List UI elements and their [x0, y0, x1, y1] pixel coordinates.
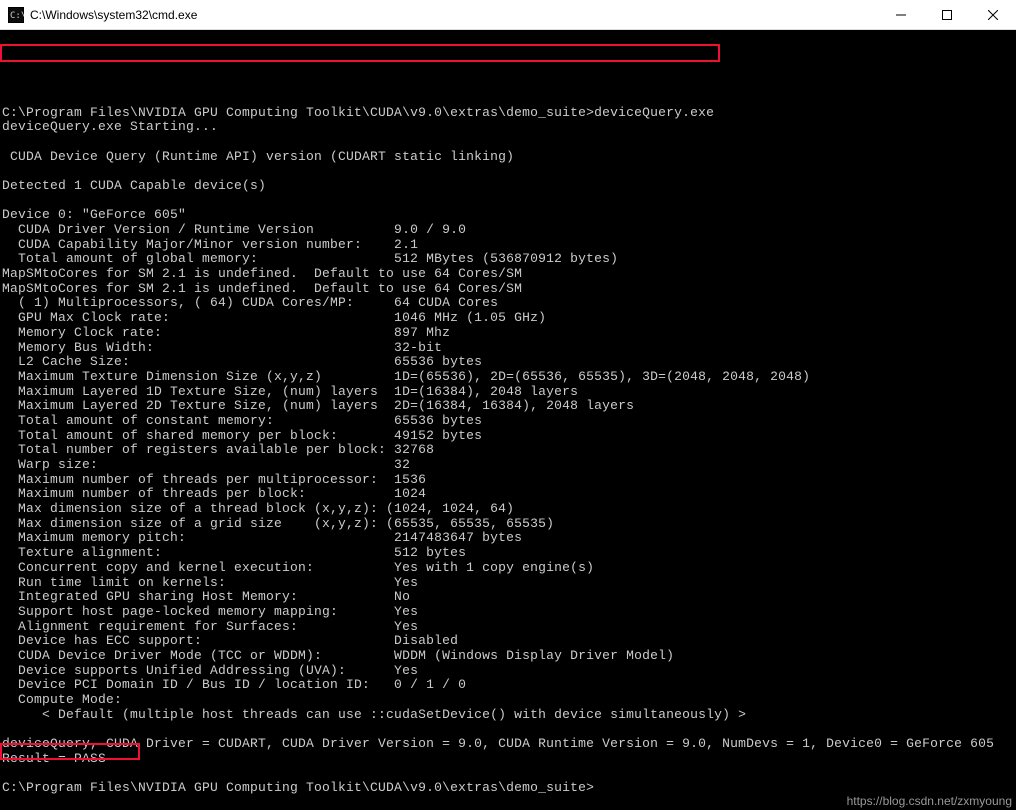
terminal-line: Maximum number of threads per block: 102…: [2, 487, 1016, 502]
terminal-line: CUDA Device Driver Mode (TCC or WDDM): W…: [2, 649, 1016, 664]
terminal-line: Device has ECC support: Disabled: [2, 634, 1016, 649]
terminal-line: CUDA Device Query (Runtime API) version …: [2, 150, 1016, 165]
terminal-line: Texture alignment: 512 bytes: [2, 546, 1016, 561]
terminal-line: deviceQuery.exe Starting...: [2, 120, 1016, 135]
terminal-line: ( 1) Multiprocessors, ( 64) CUDA Cores/M…: [2, 296, 1016, 311]
terminal-line: Memory Clock rate: 897 Mhz: [2, 326, 1016, 341]
window-titlebar: C:\ C:\Windows\system32\cmd.exe: [0, 0, 1016, 30]
terminal-line: Compute Mode:: [2, 693, 1016, 708]
terminal-line: Integrated GPU sharing Host Memory: No: [2, 590, 1016, 605]
terminal-line: Concurrent copy and kernel execution: Ye…: [2, 561, 1016, 576]
terminal-line: Total amount of global memory: 512 MByte…: [2, 252, 1016, 267]
terminal-line: Device supports Unified Addressing (UVA)…: [2, 664, 1016, 679]
window-controls: [878, 0, 1016, 30]
close-button[interactable]: [970, 0, 1016, 30]
terminal-output[interactable]: C:\Program Files\NVIDIA GPU Computing To…: [0, 30, 1016, 810]
terminal-line: Maximum memory pitch: 2147483647 bytes: [2, 531, 1016, 546]
terminal-line: Total amount of constant memory: 65536 b…: [2, 414, 1016, 429]
terminal-line: CUDA Driver Version / Runtime Version 9.…: [2, 223, 1016, 238]
terminal-line: GPU Max Clock rate: 1046 MHz (1.05 GHz): [2, 311, 1016, 326]
terminal-line: MapSMtoCores for SM 2.1 is undefined. De…: [2, 267, 1016, 282]
terminal-line: [2, 722, 1016, 737]
terminal-line: deviceQuery, CUDA Driver = CUDART, CUDA …: [2, 737, 1016, 752]
terminal-line: Maximum number of threads per multiproce…: [2, 473, 1016, 488]
terminal-line: [2, 766, 1016, 781]
terminal-line: C:\Program Files\NVIDIA GPU Computing To…: [2, 106, 1016, 121]
terminal-line: Memory Bus Width: 32-bit: [2, 341, 1016, 356]
terminal-line: L2 Cache Size: 65536 bytes: [2, 355, 1016, 370]
terminal-line: Device PCI Domain ID / Bus ID / location…: [2, 678, 1016, 693]
terminal-line: Total amount of shared memory per block:…: [2, 429, 1016, 444]
terminal-line: Result = PASS: [2, 752, 1016, 767]
terminal-line: Total number of registers available per …: [2, 443, 1016, 458]
minimize-button[interactable]: [878, 0, 924, 30]
terminal-line: Support host page-locked memory mapping:…: [2, 605, 1016, 620]
terminal-line: Alignment requirement for Surfaces: Yes: [2, 620, 1016, 635]
terminal-line: Max dimension size of a thread block (x,…: [2, 502, 1016, 517]
terminal-line: Max dimension size of a grid size (x,y,z…: [2, 517, 1016, 532]
terminal-line: Maximum Layered 1D Texture Size, (num) l…: [2, 385, 1016, 400]
terminal-line: Maximum Layered 2D Texture Size, (num) l…: [2, 399, 1016, 414]
maximize-button[interactable]: [924, 0, 970, 30]
terminal-line: MapSMtoCores for SM 2.1 is undefined. De…: [2, 282, 1016, 297]
terminal-line: CUDA Capability Major/Minor version numb…: [2, 238, 1016, 253]
terminal-line: < Default (multiple host threads can use…: [2, 708, 1016, 723]
terminal-line: [2, 91, 1016, 106]
highlight-command: [0, 44, 720, 62]
terminal-line: Warp size: 32: [2, 458, 1016, 473]
watermark-text: https://blog.csdn.net/zxmyoung: [847, 794, 1012, 808]
terminal-line: [2, 194, 1016, 209]
terminal-line: [2, 135, 1016, 150]
terminal-line: Run time limit on kernels: Yes: [2, 576, 1016, 591]
window-title: C:\Windows\system32\cmd.exe: [30, 8, 878, 22]
cmd-icon: C:\: [8, 7, 24, 23]
terminal-line: [2, 164, 1016, 179]
terminal-line: Device 0: "GeForce 605": [2, 208, 1016, 223]
terminal-line: Detected 1 CUDA Capable device(s): [2, 179, 1016, 194]
svg-text:C:\: C:\: [10, 11, 24, 21]
terminal-line: Maximum Texture Dimension Size (x,y,z) 1…: [2, 370, 1016, 385]
